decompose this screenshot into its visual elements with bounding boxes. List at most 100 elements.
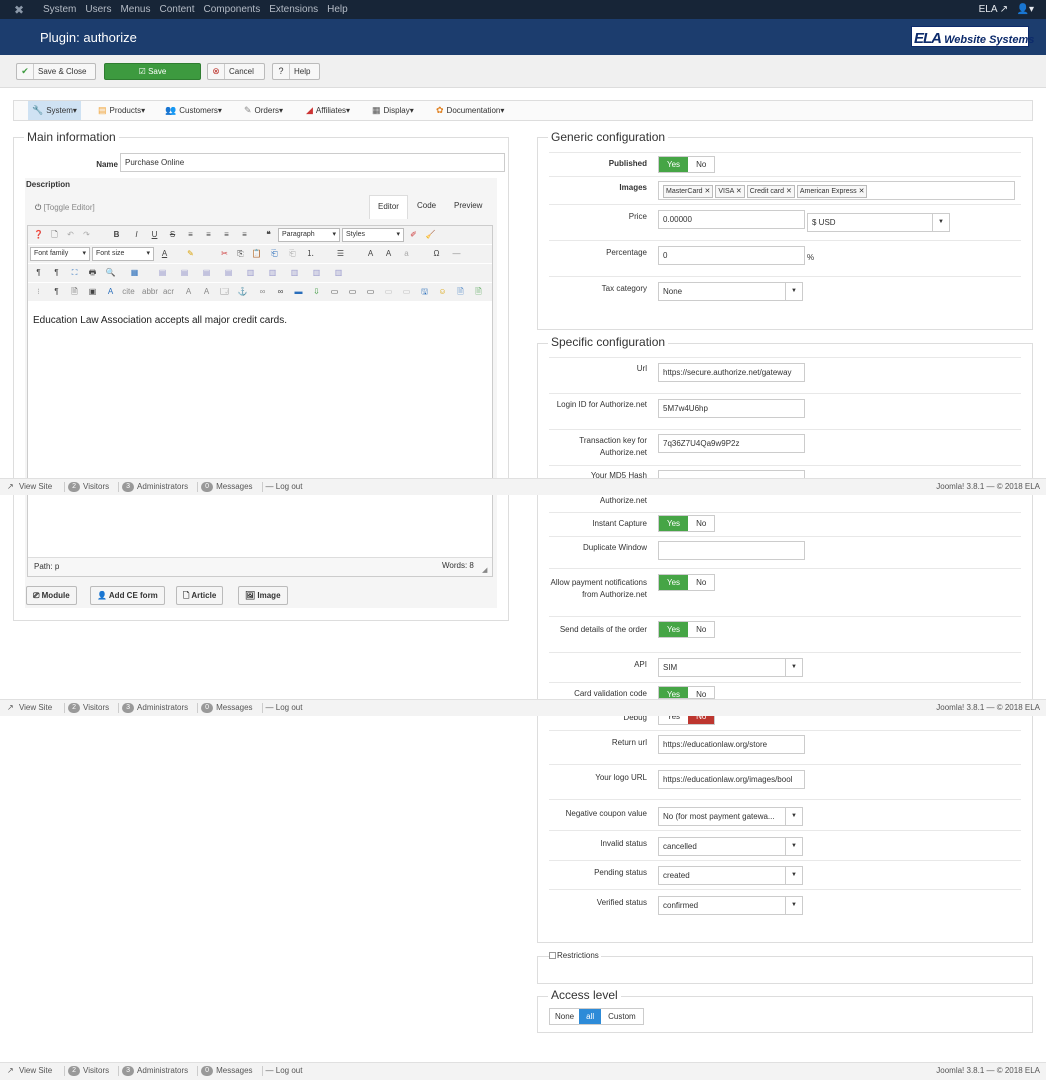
duplicate-window-input[interactable]	[658, 541, 805, 560]
menu-display[interactable]: ▦ Display▾	[368, 101, 418, 120]
menu-orders[interactable]: ✎ Orders▾	[240, 101, 287, 120]
return-url-input[interactable]: https://educationlaw.org/store	[658, 735, 805, 754]
font-icon[interactable]: A	[104, 285, 117, 298]
images-tag-input[interactable]: MasterCard ✕ VISA ✕ Credit card ✕ American …	[658, 181, 1015, 200]
access-level-toggle[interactable]: None all Custom	[549, 1008, 644, 1025]
restrictions-toggle[interactable]: Restrictions	[549, 951, 601, 960]
topnav-system[interactable]: System	[43, 4, 76, 15]
font-family-select[interactable]: Font family ▾	[30, 247, 90, 261]
price-input[interactable]: 0.00000	[658, 210, 805, 229]
copy-icon[interactable]: ⎘	[234, 247, 247, 260]
template-icon[interactable]: 🗎	[68, 285, 81, 298]
ins-icon[interactable]: A	[200, 285, 213, 298]
help-button[interactable]: ? Help	[272, 63, 320, 80]
transaction-key-input[interactable]: 7q36Z7U4Qa9w9P2z	[658, 434, 805, 453]
style-props-icon[interactable]: ▣	[86, 285, 99, 298]
absolute-icon[interactable]: ▭	[346, 285, 359, 298]
cut-icon[interactable]: ✂	[218, 247, 231, 260]
bullet-list-icon[interactable]: ☰	[334, 247, 347, 260]
eraser-icon[interactable]: ✐	[407, 228, 420, 241]
messages-label[interactable]: Messages	[216, 1063, 252, 1079]
table-delete-col-icon[interactable]: ▥	[266, 266, 279, 279]
paste-text-icon[interactable]: ⎗	[268, 247, 281, 260]
abbr-icon[interactable]: abbr	[142, 285, 158, 298]
bold-icon[interactable]: B	[110, 228, 123, 241]
link-icon[interactable]: ∞	[256, 285, 269, 298]
view-site-link[interactable]: ↗ View Site	[7, 1063, 55, 1079]
move-backward-icon[interactable]: ▭	[382, 285, 395, 298]
cite-icon[interactable]: cite	[122, 285, 135, 298]
topnav-components[interactable]: Components	[204, 4, 261, 15]
layer-icon[interactable]: ▭	[328, 285, 341, 298]
restrictions-checkbox[interactable]	[549, 952, 556, 959]
menu-customers[interactable]: 👥 Customers▾	[161, 101, 226, 120]
image-insert-icon[interactable]: ▬	[292, 285, 305, 298]
save-doc-icon[interactable]: 🖫	[418, 285, 431, 298]
access-none[interactable]: None	[550, 1009, 579, 1024]
new-doc-icon[interactable]: 🗋	[48, 228, 61, 241]
font-size-select[interactable]: Font size ▾	[92, 247, 154, 261]
logo-url-input[interactable]: https://educationlaw.org/images/bool	[658, 770, 805, 789]
fullscreen-icon[interactable]: ⛶	[68, 266, 81, 279]
topnav-content[interactable]: Content	[159, 4, 194, 15]
underline-icon[interactable]: U	[148, 228, 161, 241]
omega-icon[interactable]: Ω	[430, 247, 443, 260]
superscript-icon[interactable]: A	[382, 247, 395, 260]
instant-capture-toggle[interactable]: Yes No	[658, 515, 716, 532]
topnav-menus[interactable]: Menus	[120, 4, 150, 15]
table-insert-row-icon[interactable]: ▤	[200, 266, 213, 279]
joomla-logo-icon[interactable]: ✖	[14, 3, 24, 17]
table-delete-icon[interactable]: ▥	[332, 266, 345, 279]
ltr-icon[interactable]: ¶	[32, 266, 45, 279]
table-row-props-icon[interactable]: ▤	[156, 266, 169, 279]
visual-blocks-icon[interactable]: ⁝	[32, 285, 45, 298]
quote-icon[interactable]: ❝	[262, 228, 275, 241]
menu-products[interactable]: ▤ Products▾	[94, 101, 149, 120]
align-justify-icon[interactable]: ≡	[184, 228, 197, 241]
view-site-link[interactable]: ↗ View Site	[7, 700, 55, 716]
image-button[interactable]: 🖼 Image	[238, 586, 288, 605]
media-icon[interactable]: ⇩	[310, 285, 323, 298]
login-id-input[interactable]: 5M7w4U6hp	[658, 399, 805, 418]
show-chars-icon[interactable]: ¶	[50, 285, 63, 298]
anchor-icon[interactable]: ⚓	[236, 285, 249, 298]
url-input[interactable]: https://secure.authorize.net/gateway	[658, 363, 805, 382]
styles-select[interactable]: Styles ▾	[342, 228, 404, 242]
invalid-status-select[interactable]: cancelled ▼	[658, 837, 803, 856]
attributes-icon[interactable]: 🗔	[218, 285, 231, 298]
insert-template-icon[interactable]: 🗎	[472, 285, 485, 298]
cleanup-icon[interactable]: 🧹	[424, 228, 437, 241]
help-circle-icon[interactable]: ❓	[32, 228, 45, 241]
article-button[interactable]: 🗋 Article	[176, 586, 224, 605]
save-button[interactable]: ☑ Save	[104, 63, 201, 80]
paste-icon[interactable]: 📋	[250, 247, 263, 260]
md5-hash-input[interactable]	[658, 470, 805, 478]
topnav-help[interactable]: Help	[327, 4, 348, 15]
undo-icon[interactable]: ↶	[64, 228, 77, 241]
table-merge-icon[interactable]: ▥	[310, 266, 323, 279]
add-ce-form-button[interactable]: 👤 Add CE form	[90, 586, 165, 605]
editor-content[interactable]: Education Law Association accepts all ma…	[33, 315, 287, 326]
hr-icon[interactable]: —	[450, 247, 463, 260]
visual-aid-icon[interactable]: ▭	[400, 285, 413, 298]
name-input[interactable]: Purchase Online	[120, 153, 505, 172]
published-toggle[interactable]: Yes No	[658, 156, 716, 173]
access-all[interactable]: all	[579, 1009, 602, 1024]
move-forward-icon[interactable]: ▭	[364, 285, 377, 298]
toggle-editor-button[interactable]: ⏻ [Toggle Editor]	[35, 203, 95, 213]
card-validation-toggle[interactable]: Yes No	[658, 686, 716, 699]
save-close-button[interactable]: ✔ Save & Close	[16, 63, 96, 80]
pending-status-select[interactable]: created ▼	[658, 866, 803, 885]
del-icon[interactable]: A	[182, 285, 195, 298]
messages-label[interactable]: Messages	[216, 700, 252, 716]
italic-icon[interactable]: I	[130, 228, 143, 241]
logout-link[interactable]: — Log out	[266, 700, 306, 716]
cancel-button[interactable]: ⊗ Cancel	[207, 63, 265, 80]
highlight-icon[interactable]: ✎	[184, 247, 197, 260]
rtl-icon[interactable]: ¶	[50, 266, 63, 279]
text-color-icon[interactable]: A	[158, 247, 171, 260]
tab-editor[interactable]: Editor	[369, 195, 408, 219]
verified-status-select[interactable]: confirmed ▼	[658, 896, 803, 915]
percentage-input[interactable]: 0	[658, 246, 805, 265]
align-center-icon[interactable]: ≡	[202, 228, 215, 241]
